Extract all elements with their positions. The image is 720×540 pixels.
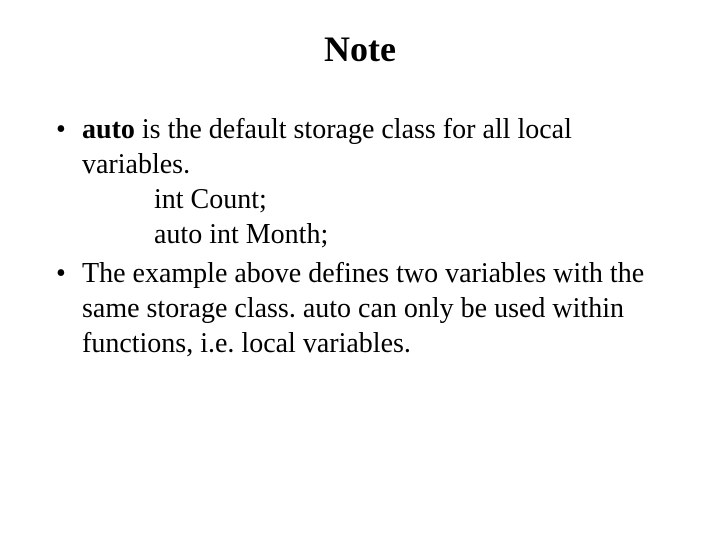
bullet-item: The example above defines two variables … bbox=[50, 256, 670, 361]
slide-title: Note bbox=[0, 0, 720, 80]
bullet-text: is the default storage class for all loc… bbox=[82, 114, 572, 180]
keyword-auto: auto bbox=[82, 114, 135, 145]
bullet-text: The example above defines two variables … bbox=[82, 258, 644, 359]
code-line: int Count; bbox=[82, 182, 670, 217]
bullet-item: auto is the default storage class for al… bbox=[50, 112, 670, 252]
code-line: auto int Month; bbox=[82, 217, 670, 252]
slide: Note auto is the default storage class f… bbox=[0, 0, 720, 540]
slide-body: auto is the default storage class for al… bbox=[0, 80, 720, 361]
bullet-list: auto is the default storage class for al… bbox=[50, 112, 670, 361]
